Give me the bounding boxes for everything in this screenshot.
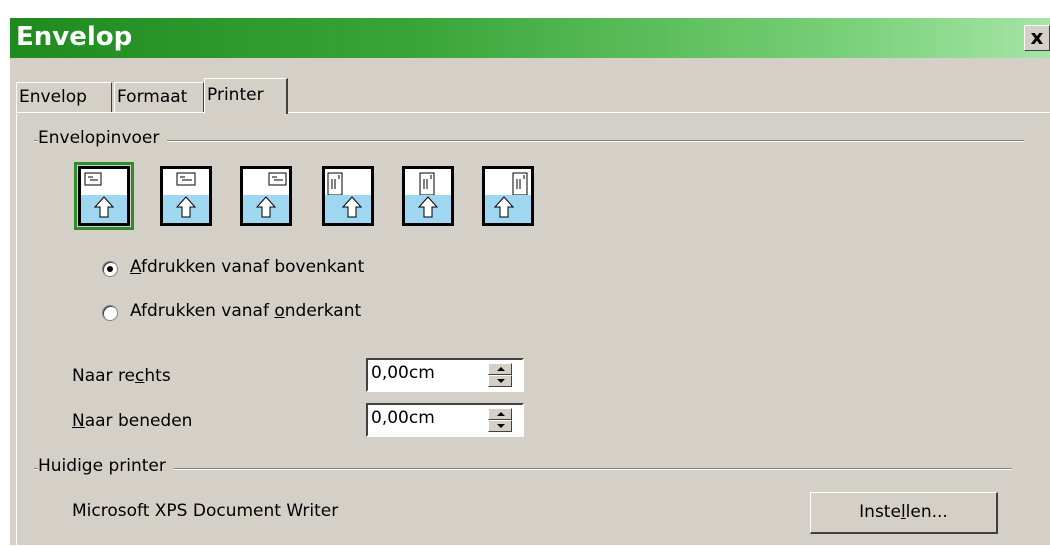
- shift-right-label: Naar rechts: [72, 366, 171, 386]
- print-from-bottom-radio[interactable]: [102, 305, 118, 321]
- window-title: Envelop: [16, 22, 133, 52]
- feed-vertical-right-icon[interactable]: [482, 166, 534, 226]
- shift-right-input[interactable]: [371, 363, 481, 383]
- envelope-feed-label: Envelopinvoer: [38, 128, 168, 148]
- tab-formaat[interactable]: Formaat: [114, 82, 204, 112]
- close-button[interactable]: x: [1024, 25, 1050, 51]
- print-from-top-label[interactable]: Afdrukken vanaf bovenkant: [130, 257, 364, 277]
- shift-right-spin-buttons: [488, 363, 512, 387]
- shift-right-down-arrow-icon[interactable]: [488, 375, 512, 387]
- shift-down-down-arrow-icon[interactable]: [488, 420, 512, 432]
- shift-right-up-arrow-icon[interactable]: [488, 363, 512, 375]
- current-printer-divider: [34, 468, 1012, 470]
- print-from-top-radio[interactable]: [102, 261, 118, 277]
- envelope-feed-divider: [34, 140, 1024, 142]
- shift-down-spinbox[interactable]: [366, 403, 524, 437]
- feed-horizontal-right-icon[interactable]: [240, 166, 292, 226]
- shift-down-up-arrow-icon[interactable]: [488, 408, 512, 420]
- title-bar: Envelop x: [10, 18, 1050, 58]
- dialog-body: Envelop Formaat Printer Envelopinvoer Af…: [10, 58, 1050, 546]
- feed-horizontal-center-icon[interactable]: [160, 166, 212, 226]
- print-from-bottom-label[interactable]: Afdrukken vanaf onderkant: [130, 301, 361, 321]
- tab-envelop[interactable]: Envelop: [16, 82, 112, 112]
- feed-vertical-left-icon[interactable]: [322, 166, 374, 226]
- shift-down-label: Naar beneden: [72, 411, 193, 431]
- shift-down-input[interactable]: [371, 408, 481, 428]
- shift-right-spinbox[interactable]: [366, 358, 524, 392]
- tab-printer[interactable]: Printer: [204, 78, 288, 114]
- printer-name: Microsoft XPS Document Writer: [72, 501, 339, 521]
- feed-vertical-center-icon[interactable]: [402, 166, 454, 226]
- current-printer-label: Huidige printer: [38, 456, 174, 476]
- printer-setup-button[interactable]: Instellen...: [810, 492, 998, 534]
- feed-horizontal-left-icon[interactable]: [74, 162, 134, 230]
- shift-down-spin-buttons: [488, 408, 512, 432]
- radio-checked-dot: [107, 266, 113, 272]
